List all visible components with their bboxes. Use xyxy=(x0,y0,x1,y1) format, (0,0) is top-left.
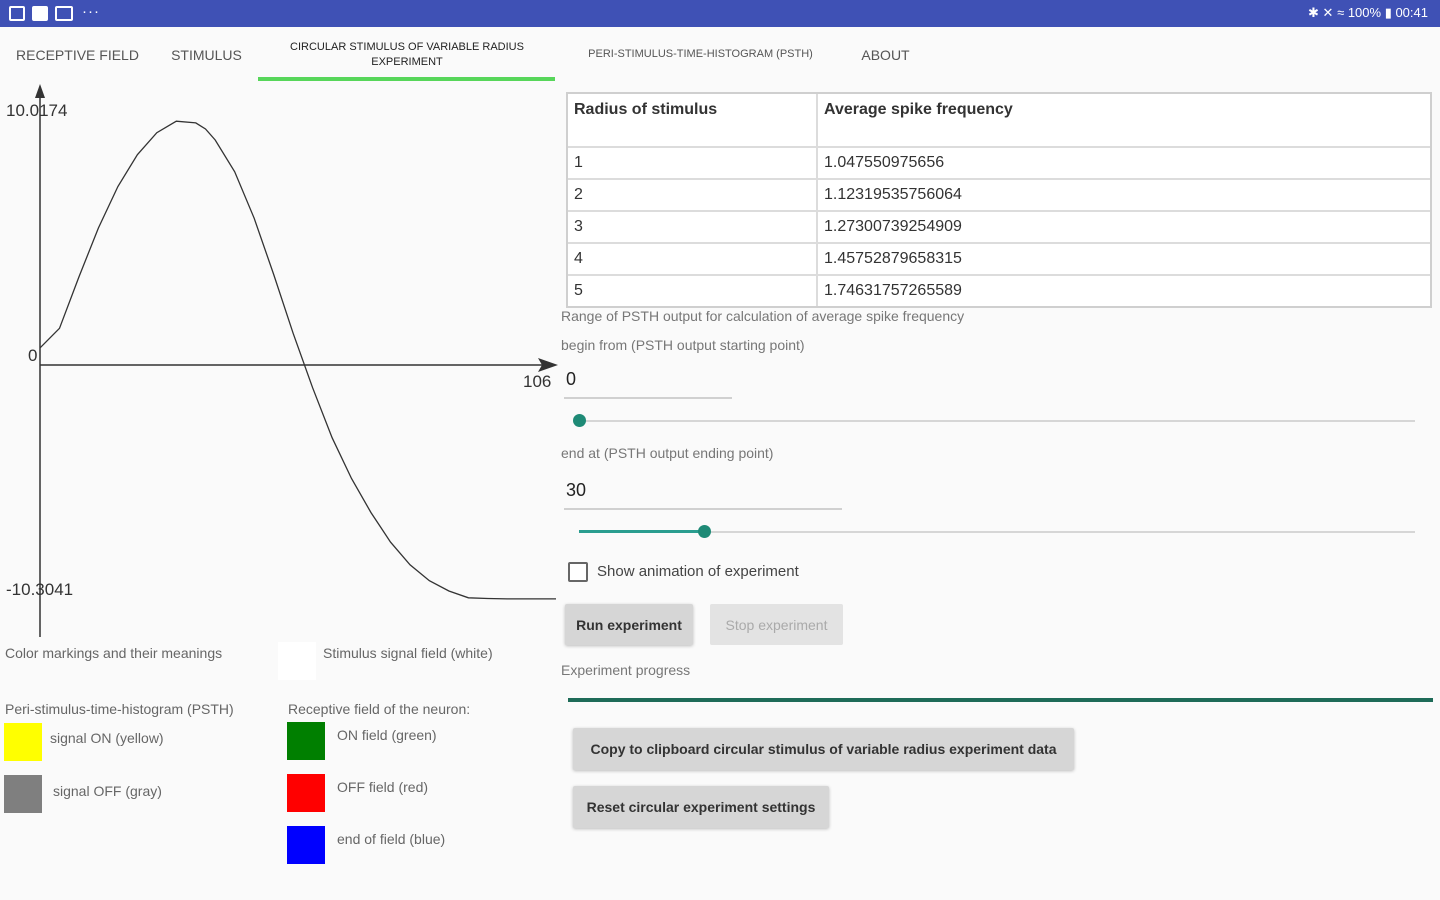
green-swatch xyxy=(287,722,325,760)
begin-slider-track[interactable] xyxy=(579,420,1415,422)
status-bar: ··· ✱ ✕ ≈ 100% ▮ 00:41 xyxy=(0,0,1440,27)
signal-off-label: signal OFF (gray) xyxy=(53,783,162,799)
psth-legend-title: Peri-stimulus-time-histogram (PSTH) xyxy=(5,701,234,717)
active-tab-indicator xyxy=(258,77,555,81)
edit-icon xyxy=(32,6,48,21)
table-header-row: Radius of stimulus Average spike frequen… xyxy=(568,94,1430,148)
battery-time-text: 100% ▮ 00:41 xyxy=(1347,5,1428,20)
mute-icon: ✕ xyxy=(1322,5,1334,20)
tab-bar: RECEPTIVE FIELD STIMULUS CIRCULAR STIMUL… xyxy=(0,27,1440,82)
radius-cell: 2 xyxy=(568,180,818,210)
more-notifications-icon: ··· xyxy=(82,3,100,20)
y-axis-arrow xyxy=(35,84,45,98)
frequency-cell: 1.12319535756064 xyxy=(818,180,1430,210)
psth-chart: 10.0174 0 -10.3041 106 xyxy=(6,84,558,637)
tab-circular-stimulus-experiment[interactable]: CIRCULAR STIMULUS OF VARIABLE RADIUS EXP… xyxy=(262,27,552,82)
status-indicators: ✱ ✕ ≈ 100% ▮ 00:41 xyxy=(1308,5,1428,21)
x-max-label: 106 xyxy=(523,372,551,391)
end-field-label: end of field (blue) xyxy=(337,831,446,847)
frequency-cell: 1.047550975656 xyxy=(818,148,1430,178)
experiment-progress-bar xyxy=(568,698,1433,702)
show-animation-checkbox[interactable] xyxy=(568,562,588,582)
header-radius: Radius of stimulus xyxy=(568,94,818,146)
begin-label: begin from (PSTH output starting point) xyxy=(561,337,805,353)
wifi-icon: ≈ xyxy=(1337,5,1345,20)
video-icon xyxy=(55,6,73,21)
stimulus-signal-label: Stimulus signal field (white) xyxy=(323,645,493,661)
y-max-label: 10.0174 xyxy=(6,101,67,120)
gray-swatch xyxy=(4,775,42,813)
copy-data-button[interactable]: Copy to clipboard circular stimulus of v… xyxy=(573,728,1074,770)
end-slider-fill xyxy=(579,530,705,533)
begin-input[interactable]: 0 xyxy=(564,369,732,399)
table-row: 3 1.27300739254909 xyxy=(568,212,1430,244)
yellow-swatch xyxy=(4,723,42,761)
progress-label: Experiment progress xyxy=(561,662,691,678)
tab-stimulus[interactable]: STIMULUS xyxy=(155,27,258,82)
white-swatch xyxy=(278,642,316,680)
bluetooth-icon: ✱ xyxy=(1308,5,1319,20)
on-field-label: ON field (green) xyxy=(337,727,437,743)
table-row: 1 1.047550975656 xyxy=(568,148,1430,180)
tab-about[interactable]: ABOUT xyxy=(848,27,923,82)
tab-receptive-field[interactable]: RECEPTIVE FIELD xyxy=(0,27,155,82)
reset-settings-button[interactable]: Reset circular experiment settings xyxy=(573,786,829,828)
legend-title: Color markings and their meanings xyxy=(5,645,223,661)
run-experiment-button[interactable]: Run experiment xyxy=(565,604,693,645)
header-frequency: Average spike frequency xyxy=(818,94,1430,146)
y-min-label: -10.3041 xyxy=(6,580,73,599)
y-zero-label: 0 xyxy=(28,346,37,365)
table-row: 2 1.12319535756064 xyxy=(568,180,1430,212)
signal-on-label: signal ON (yellow) xyxy=(50,730,164,746)
red-swatch xyxy=(287,774,325,812)
blue-swatch xyxy=(287,826,325,864)
range-title: Range of PSTH output for calculation of … xyxy=(561,308,965,324)
off-field-label: OFF field (red) xyxy=(337,779,429,795)
frequency-cell: 1.74631757265589 xyxy=(818,276,1430,306)
table-row: 4 1.45752879658315 xyxy=(568,244,1430,276)
show-animation-label: Show animation of experiment xyxy=(597,563,799,580)
frequency-cell: 1.27300739254909 xyxy=(818,212,1430,242)
table-row: 5 1.74631757265589 xyxy=(568,276,1430,306)
rf-legend-title: Receptive field of the neuron: xyxy=(288,701,471,717)
end-slider-thumb[interactable] xyxy=(698,525,712,538)
radius-cell: 3 xyxy=(568,212,818,242)
stop-experiment-button[interactable]: Stop experiment xyxy=(710,604,843,645)
end-input[interactable]: 30 xyxy=(564,480,842,510)
gallery-icon xyxy=(9,6,25,21)
series-line xyxy=(39,120,556,600)
radius-cell: 4 xyxy=(568,244,818,274)
frequency-cell: 1.45752879658315 xyxy=(818,244,1430,274)
begin-slider-thumb[interactable] xyxy=(573,414,586,427)
results-table: Radius of stimulus Average spike frequen… xyxy=(566,92,1432,308)
radius-cell: 1 xyxy=(568,148,818,178)
radius-cell: 5 xyxy=(568,276,818,306)
end-label: end at (PSTH output ending point) xyxy=(561,445,774,461)
tab-psth[interactable]: PERI-STIMULUS-TIME-HISTOGRAM (PSTH) xyxy=(558,27,843,82)
